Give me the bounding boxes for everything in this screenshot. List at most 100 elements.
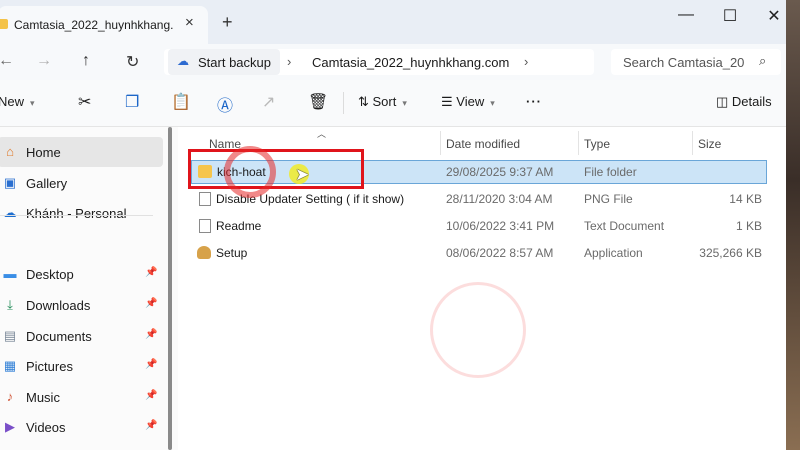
desktop-background <box>786 0 800 450</box>
new-tab-button[interactable]: + <box>222 12 233 33</box>
navigation-pane: ⌂ Home ▣ Gallery ☁ Khánh - Personal ▬ De… <box>0 127 173 450</box>
forward-icon[interactable]: → <box>36 52 52 70</box>
column-divider[interactable] <box>440 131 441 155</box>
sidebar-item-label: Downloads <box>26 298 91 313</box>
navigation-bar: ← → ↑ ↻ ☁ Start backup › Camtasia_2022_h… <box>0 44 786 80</box>
file-date: 10/06/2022 3:41 PM <box>446 219 555 233</box>
sidebar-item-home[interactable]: ⌂ Home <box>0 137 163 167</box>
sidebar-item-music[interactable]: ♪ Music 📌 <box>0 382 163 412</box>
desktop-icon: ▬ <box>3 266 17 281</box>
breadcrumb-current-folder[interactable]: Camtasia_2022_huynhkhang.com <box>312 55 509 70</box>
sidebar-item-videos[interactable]: ▶ Videos 📌 <box>0 412 163 442</box>
rename-icon[interactable]: Ⓐ <box>217 92 233 116</box>
click-indicator <box>224 146 276 198</box>
downloads-icon: ⤓ <box>7 297 13 312</box>
address-bar[interactable]: ☁ Start backup › Camtasia_2022_huynhkhan… <box>164 49 594 75</box>
up-icon[interactable]: ↑ <box>82 52 90 70</box>
documents-icon: ▤ <box>3 328 17 343</box>
onedrive-icon: ☁ <box>3 205 17 220</box>
sidebar-divider <box>0 215 153 216</box>
column-header-date-modified[interactable]: Date modified <box>446 137 520 151</box>
pictures-icon: ▦ <box>3 358 17 373</box>
sort-label: Sort <box>372 94 397 109</box>
tab-title: Camtasia_2022_huynhkhang.com <box>14 18 174 32</box>
sidebar-item-onedrive[interactable]: ☁ Khánh - Personal <box>0 198 163 228</box>
maximize-button[interactable]: ☐ <box>710 6 750 26</box>
file-type: Application <box>584 246 643 260</box>
mouse-pointer-icon: ➤ <box>295 165 310 184</box>
copy-icon[interactable]: ❐ <box>125 92 139 112</box>
sidebar-item-label: Documents <box>26 329 92 344</box>
column-divider[interactable] <box>578 131 579 155</box>
new-label: New <box>0 94 25 109</box>
column-header-type[interactable]: Type <box>584 137 610 151</box>
chevron-down-icon: ▾ <box>30 98 35 108</box>
file-size: 1 KB <box>735 219 762 233</box>
column-divider[interactable] <box>692 131 693 155</box>
refresh-icon[interactable]: ↻ <box>126 52 139 72</box>
sidebar-item-label: Pictures <box>26 359 73 374</box>
search-box[interactable]: Search Camtasia_20 ⌕ <box>611 49 781 75</box>
pin-icon: 📌 <box>145 359 158 370</box>
details-label: Details <box>731 94 772 109</box>
sidebar-item-desktop[interactable]: ▬ Desktop 📌 <box>0 259 163 289</box>
file-date: 08/06/2022 8:57 AM <box>446 246 554 260</box>
folder-icon <box>0 19 8 29</box>
paste-icon[interactable]: 📋 <box>171 92 191 112</box>
cloud-sync-icon: ☁ <box>177 54 189 68</box>
back-icon[interactable]: ← <box>0 52 14 70</box>
home-icon: ⌂ <box>6 144 14 159</box>
text-file-icon <box>199 219 211 233</box>
file-size: 325,266 KB <box>699 246 762 260</box>
sidebar-item-label: Music <box>26 390 60 405</box>
view-button[interactable]: ☰ View ▾ <box>441 94 495 110</box>
close-tab-icon[interactable]: × <box>185 14 194 31</box>
sort-icon: ⇅ <box>358 94 373 109</box>
start-backup-button[interactable]: ☁ Start backup <box>168 49 280 75</box>
new-button[interactable]: New ▾ <box>0 94 35 109</box>
pin-icon: 📌 <box>145 390 158 401</box>
sidebar-item-label: Khánh - Personal <box>26 206 127 221</box>
sidebar-item-documents[interactable]: ▤ Documents 📌 <box>0 321 163 351</box>
see-more-button[interactable]: ··· <box>526 94 542 109</box>
minimize-button[interactable]: — <box>666 6 706 24</box>
sidebar-scrollbar[interactable] <box>168 127 172 450</box>
file-row-disable-updater[interactable]: Disable Updater Setting ( if it show) 28… <box>191 188 765 210</box>
file-size: 14 KB <box>729 192 762 206</box>
chevron-down-icon: ▾ <box>490 98 495 108</box>
search-placeholder: Search Camtasia_20 <box>623 55 745 70</box>
sidebar-item-label: Gallery <box>26 176 68 191</box>
details-button[interactable]: ◫ Details <box>716 94 772 110</box>
videos-icon: ▶ <box>5 419 15 434</box>
column-header-size[interactable]: Size <box>698 137 721 151</box>
cut-icon[interactable]: ✂ <box>78 92 91 112</box>
sidebar-item-pictures[interactable]: ▦ Pictures 📌 <box>0 351 163 381</box>
file-name: Setup <box>216 246 248 260</box>
command-bar: New ▾ ✂ ❐ 📋 Ⓐ ↗ 🗑 ⇅ Sort ▾ ☰ View ▾ ··· ◫ D… <box>0 80 786 127</box>
view-icon: ☰ <box>441 94 457 109</box>
toolbar-divider <box>343 92 344 114</box>
click-indicator-faded <box>430 282 526 378</box>
setup-application-icon <box>197 246 211 259</box>
gallery-icon: ▣ <box>3 175 17 190</box>
share-icon[interactable]: ↗ <box>262 92 275 112</box>
sort-button[interactable]: ⇅ Sort ▾ <box>358 94 407 110</box>
png-file-icon <box>199 192 211 206</box>
breadcrumb-separator-icon[interactable]: › <box>287 54 291 69</box>
pin-icon: 📌 <box>145 267 158 278</box>
sidebar-item-downloads[interactable]: ⤓ Downloads 📌 <box>0 290 163 320</box>
highlight-box <box>188 149 364 189</box>
file-date: 28/11/2020 3:04 AM <box>446 192 553 206</box>
breadcrumb-expand-icon[interactable]: › <box>524 54 528 69</box>
file-date: 29/08/2025 9:37 AM <box>446 165 554 179</box>
sidebar-item-label: Desktop <box>26 267 74 282</box>
sidebar-item-gallery[interactable]: ▣ Gallery <box>0 168 163 198</box>
close-window-button[interactable]: ✕ <box>754 6 786 26</box>
file-row-readme[interactable]: Readme 10/06/2022 3:41 PM Text Document … <box>191 215 765 237</box>
delete-icon[interactable]: 🗑 <box>308 92 328 112</box>
tab-current-folder[interactable]: Camtasia_2022_huynhkhang.com × <box>0 6 208 44</box>
sidebar-item-label: Videos <box>26 420 66 435</box>
file-row-setup[interactable]: Setup 08/06/2022 8:57 AM Application 325… <box>191 242 765 264</box>
file-type: Text Document <box>584 219 665 233</box>
file-type: File folder <box>584 165 637 179</box>
